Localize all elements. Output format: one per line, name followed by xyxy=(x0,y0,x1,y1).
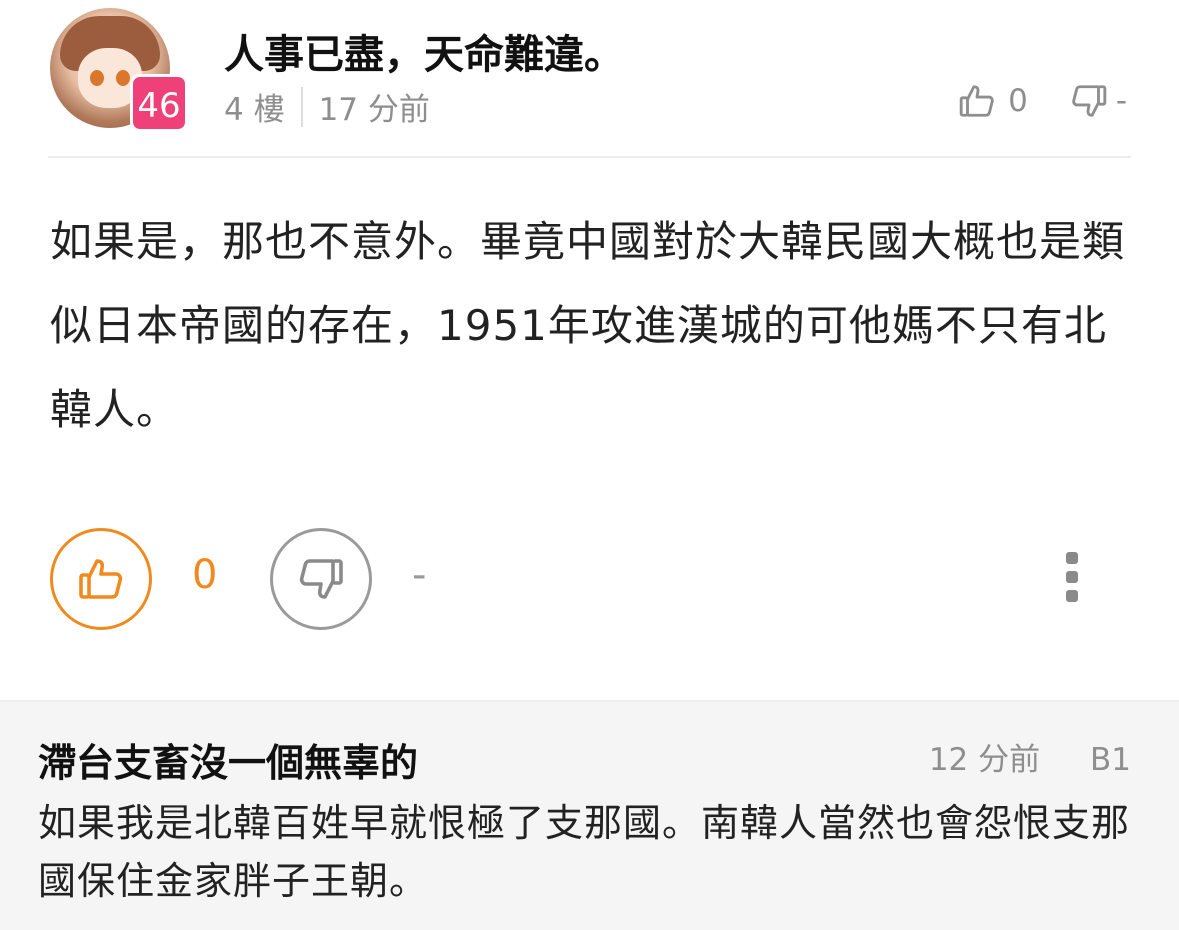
like-button[interactable] xyxy=(50,528,152,630)
reply-floor: B1 xyxy=(1090,742,1131,778)
thumbs-up-icon xyxy=(79,559,123,599)
like-count: 0 xyxy=(192,552,218,598)
more-vertical-icon[interactable] xyxy=(1060,552,1084,602)
avatar-container[interactable]: 46 xyxy=(50,8,190,136)
header-votes: 0 - xyxy=(958,82,1127,120)
meta-divider xyxy=(300,86,303,127)
thumbs-down-icon xyxy=(299,559,343,599)
post-meta: 4 樓 17 分前 xyxy=(224,84,430,129)
thumbs-up-icon[interactable] xyxy=(958,82,996,120)
thumbs-down-icon[interactable] xyxy=(1070,82,1108,120)
reply-meta: 12 分前 B1 xyxy=(929,734,1131,779)
post-body: 如果是，那也不意外。畢竟中國對於大韓民國大概也是類似日本帝國的存在，1951年攻… xyxy=(50,217,1126,434)
floor-number: 4 樓 xyxy=(224,92,285,128)
level-badge: 46 xyxy=(130,74,188,132)
post-username[interactable]: 人事已盡，天命難違。 xyxy=(224,22,624,80)
comment-thread: 46 人事已盡，天命難違。 4 樓 17 分前 0 - 如果是，那也不意外。畢竟… xyxy=(0,0,1179,930)
reply-username[interactable]: 滯台支畜沒一個無辜的 xyxy=(38,732,418,787)
reply-text: 如果我是北韓百姓早就恨極了支那國。南韓人當然也會怨恨支那國保住金家胖子王朝。 xyxy=(38,801,1131,903)
header-like-count: 0 xyxy=(1008,83,1028,119)
header-divider xyxy=(48,156,1131,158)
reply-time: 12 分前 xyxy=(928,742,1041,778)
header-dislike-count: - xyxy=(1115,83,1127,119)
dislike-count: - xyxy=(412,552,427,598)
post-time: 17 分前 xyxy=(318,92,430,128)
reply-section: 滯台支畜沒一個無辜的 12 分前 B1 如果我是北韓百姓早就恨極了支那國。南韓人… xyxy=(0,700,1179,930)
dislike-button[interactable] xyxy=(270,528,372,630)
